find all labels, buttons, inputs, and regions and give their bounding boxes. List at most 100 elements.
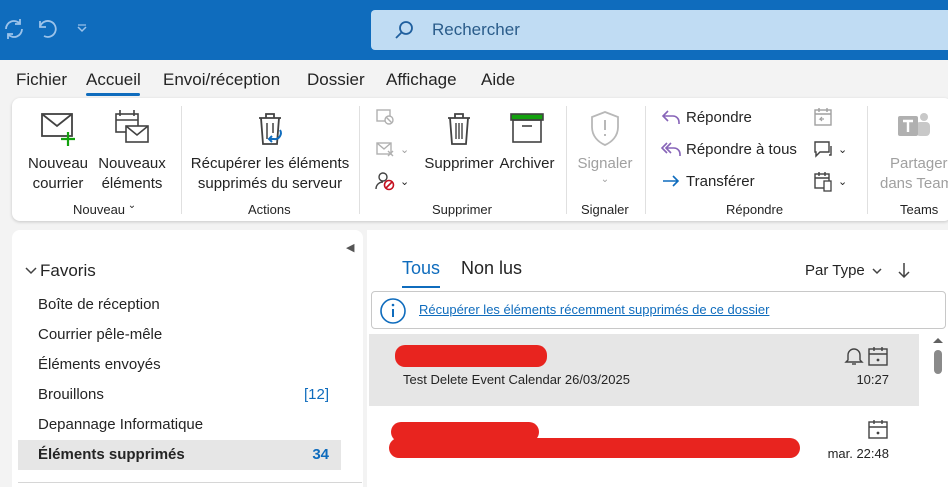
sort-dropdown[interactable]: Par Type xyxy=(805,262,883,279)
active-tab-indicator xyxy=(402,286,440,288)
new-mail-icon xyxy=(41,113,75,146)
reply-all-button[interactable]: Répondre à tous xyxy=(660,138,797,160)
reply-label: Répondre xyxy=(686,108,752,126)
reply-icon xyxy=(661,110,680,124)
tab-dossier[interactable]: Dossier xyxy=(307,70,365,90)
message-list-pane: Tous Non lus Par Type Récupérer les élém… xyxy=(367,230,948,487)
ignore-button[interactable] xyxy=(374,106,396,128)
report-label: Signaler xyxy=(577,155,633,172)
forward-label: Transférer xyxy=(686,172,755,190)
folder-count: 34 xyxy=(312,446,329,463)
tab-unread[interactable]: Non lus xyxy=(461,258,522,279)
sort-direction-icon[interactable] xyxy=(897,260,911,285)
tab-aide[interactable]: Aide xyxy=(481,70,515,90)
tab-affichage[interactable]: Affichage xyxy=(386,70,457,90)
group-label-actions: Actions xyxy=(248,202,291,217)
divider xyxy=(18,482,362,483)
calendar-phone-icon xyxy=(814,172,832,192)
tab-accueil[interactable]: Accueil xyxy=(86,70,141,90)
search-placeholder: Rechercher xyxy=(432,20,520,39)
folder-clutter[interactable]: Courrier pêle-mêle xyxy=(18,320,341,350)
active-tab-indicator xyxy=(86,93,140,96)
im-reply-button[interactable]: ⌄ xyxy=(812,138,847,160)
archive-label: Archiver xyxy=(499,155,555,172)
reply-all-icon xyxy=(660,142,681,156)
recover-info-bar: Récupérer les éléments récemment supprim… xyxy=(371,291,946,329)
tab-all[interactable]: Tous xyxy=(402,258,440,279)
folder-name: Éléments supprimés xyxy=(38,446,185,463)
folder-deleted-items[interactable]: Éléments supprimés 34 xyxy=(18,440,341,470)
chat-icon xyxy=(814,141,832,158)
menu-bar: Fichier Accueil Envoi/réception Dossier … xyxy=(0,60,948,98)
group-label-repondre: Répondre xyxy=(726,202,784,217)
group-label-signaler: Signaler xyxy=(581,202,629,217)
folder-name: Brouillons xyxy=(38,386,104,403)
title-bar: Rechercher xyxy=(0,0,948,60)
bell-icon xyxy=(844,348,864,365)
folder-drafts[interactable]: Brouillons [12] xyxy=(18,380,341,410)
recover-items-link[interactable]: Récupérer les éléments récemment supprim… xyxy=(419,302,769,317)
new-items-button[interactable]: Nouveaux éléments ⌄ xyxy=(96,108,168,216)
cleanup-button[interactable]: ⌄ xyxy=(374,138,409,160)
search-box[interactable]: Rechercher xyxy=(371,10,948,50)
folder-pane: ◀ Favoris Boîte de réception Courrier pê… xyxy=(12,230,363,487)
meeting-reply-button[interactable] xyxy=(812,106,834,128)
share-to-teams-button[interactable]: Partager dans Teams xyxy=(876,108,948,194)
new-mail-button[interactable]: Nouveau courrier xyxy=(26,108,90,194)
message-item[interactable]: Test Delete Event Calendar 26/03/2025 10… xyxy=(369,334,919,406)
folder-name: Courrier pêle-mêle xyxy=(38,326,163,343)
delete-button[interactable]: Supprimer xyxy=(422,108,496,174)
message-item[interactable]: mar. 22:48 xyxy=(369,408,919,480)
folder-inbox[interactable]: Boîte de réception xyxy=(18,290,341,320)
search-icon xyxy=(393,19,415,46)
calendar-reply-icon xyxy=(814,108,832,126)
ribbon-separator xyxy=(359,106,360,214)
favorites-label: Favoris xyxy=(40,261,96,280)
shield-icon xyxy=(591,111,619,146)
cleanup-icon xyxy=(376,142,394,157)
block-sender-icon xyxy=(375,172,395,191)
redacted-subject xyxy=(389,438,800,458)
folder-name: Depannage Informatique xyxy=(38,416,204,433)
undo-icon[interactable] xyxy=(33,14,61,44)
report-button[interactable]: Signaler ⌄ xyxy=(574,108,636,186)
ribbon: Nouveau courrier Nouveaux éléments ⌄ Nou… xyxy=(12,98,948,221)
collapse-pane-icon[interactable]: ◀ xyxy=(346,241,354,254)
recover-deleted-items-button[interactable]: Récupérer les éléments supprimés du serv… xyxy=(190,108,350,194)
archive-icon xyxy=(510,113,544,143)
recover-label-2: supprimés du serveur xyxy=(197,175,343,192)
favorites-header[interactable]: Favoris xyxy=(24,261,96,281)
new-mail-label-2: courrier xyxy=(32,175,84,192)
ribbon-separator xyxy=(566,106,567,214)
reply-button[interactable]: Répondre xyxy=(660,106,752,128)
tab-envoi-reception[interactable]: Envoi/réception xyxy=(163,70,280,90)
customize-toolbar-icon[interactable] xyxy=(68,14,96,44)
sync-icon[interactable] xyxy=(0,14,28,44)
folder-name: Éléments envoyés xyxy=(38,356,161,373)
scrollbar[interactable] xyxy=(931,334,945,487)
forward-icon xyxy=(663,175,680,187)
recover-trash-icon xyxy=(259,113,282,145)
group-label-teams: Teams xyxy=(900,202,939,217)
chevron-down-icon: ⌄ xyxy=(838,143,848,156)
tab-fichier[interactable]: Fichier xyxy=(16,70,67,90)
new-mail-label-1: Nouveau xyxy=(27,155,89,172)
forward-button[interactable]: Transférer xyxy=(660,170,755,192)
share-teams-label-2: dans Teams xyxy=(880,175,948,192)
teams-icon xyxy=(898,113,930,136)
sort-label: Par Type xyxy=(805,262,865,279)
more-respond-button[interactable]: ⌄ xyxy=(812,170,847,192)
chevron-down-icon: ⌄ xyxy=(600,174,610,185)
junk-button[interactable]: ⌄ xyxy=(374,170,409,192)
new-items-icon xyxy=(115,110,149,143)
folder-name: Boîte de réception xyxy=(38,296,160,313)
info-icon xyxy=(380,298,406,324)
delete-label: Supprimer xyxy=(424,155,494,172)
group-label-supprimer: Supprimer xyxy=(432,202,492,217)
folder-count: [12] xyxy=(303,386,329,403)
chevron-down-icon: ⌄ xyxy=(127,200,137,211)
archive-button[interactable]: Archiver xyxy=(498,108,556,174)
chevron-down-icon: ⌄ xyxy=(400,143,410,156)
folder-depannage[interactable]: Depannage Informatique xyxy=(18,410,341,440)
folder-sent[interactable]: Éléments envoyés xyxy=(18,350,341,380)
